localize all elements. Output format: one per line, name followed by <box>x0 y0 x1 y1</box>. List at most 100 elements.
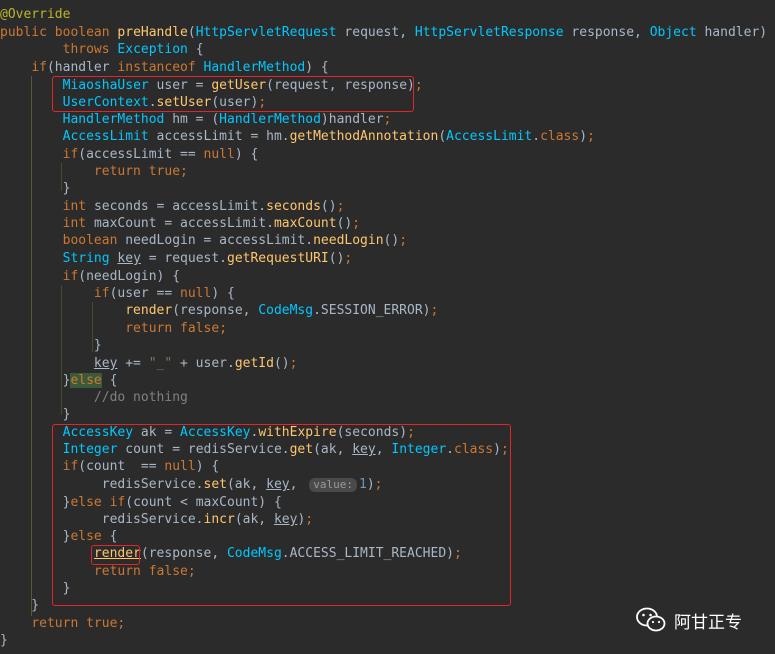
code-line: return false; <box>0 320 227 337</box>
code-token: (needLogin) { <box>78 269 181 284</box>
code-token: boolean <box>62 233 126 248</box>
code-line: @Override <box>0 6 70 23</box>
code-token: () <box>273 356 290 371</box>
code-token: { <box>101 373 118 388</box>
code-token: if <box>62 269 79 284</box>
code-token: AccessLimit <box>62 129 149 144</box>
code-line: if(accessLimit == null) { <box>0 146 259 163</box>
code-token: ; <box>344 251 353 266</box>
code-token: += <box>117 356 149 371</box>
code-token: ) <box>579 129 588 144</box>
code-token: Object <box>649 25 697 40</box>
code-token: if <box>93 286 110 301</box>
code-token: public <box>0 25 55 40</box>
code-line: //do nothing <box>0 389 188 406</box>
code-line: } <box>0 406 71 423</box>
code-line: return true; <box>0 615 125 632</box>
code-token: maxCount = accessLimit. <box>93 216 274 231</box>
code-token: false <box>180 321 220 336</box>
code-line: } <box>0 337 102 354</box>
code-line: int seconds = accessLimit.seconds(); <box>0 198 345 215</box>
code-line: boolean needLogin = accessLimit.needLogi… <box>0 232 407 249</box>
code-token: (user == <box>109 286 181 301</box>
code-token: ; <box>414 78 423 93</box>
code-token: ; <box>383 112 392 127</box>
code-token: hm = ( <box>164 112 220 127</box>
code-token: needLogin = accessLimit. <box>125 233 314 248</box>
code-token: response, <box>563 25 650 40</box>
code-token: HandlerMethod <box>203 60 306 75</box>
code-token: ; <box>289 356 298 371</box>
code-token: ) { <box>211 286 235 301</box>
code-token: int <box>62 199 94 214</box>
code-token: null <box>203 147 235 162</box>
code-line: throws Exception { <box>0 41 204 58</box>
highlight-box-access-limit <box>52 424 511 606</box>
code-editor[interactable]: } return true; } } return false; render(… <box>0 0 775 654</box>
code-token: } <box>0 633 8 648</box>
code-token: ; <box>117 616 126 631</box>
code-token: true <box>148 164 181 179</box>
indent-guide <box>61 163 62 191</box>
code-line: if(user == null) { <box>0 285 235 302</box>
code-line: String key = request.getRequestURI(); <box>0 250 353 267</box>
watermark-text: 阿甘正专 <box>674 612 742 633</box>
code-token: instanceof <box>117 60 204 75</box>
code-token: return <box>125 321 181 336</box>
code-token: "_" <box>148 356 173 371</box>
watermark: 阿甘正专 <box>636 606 742 634</box>
code-line: render(response, CodeMsg.SESSION_ERROR); <box>0 302 438 319</box>
code-token: null <box>180 286 212 301</box>
code-line: } <box>0 632 8 649</box>
code-token: ; <box>219 321 227 336</box>
code-token: (handler <box>46 60 118 75</box>
code-token: HandlerMethod <box>219 112 321 127</box>
code-line: } <box>0 597 39 614</box>
code-token: () <box>383 233 400 248</box>
code-token: ; <box>352 216 361 231</box>
indent-guide <box>61 285 62 415</box>
code-token: ; <box>180 164 188 179</box>
code-token: } <box>0 373 71 388</box>
code-token: HttpServletResponse <box>414 25 564 40</box>
code-token: render <box>125 303 173 318</box>
code-token: if <box>62 147 79 162</box>
code-token: . <box>532 129 541 144</box>
code-line: }else { <box>0 372 117 389</box>
code-token: (response, <box>172 303 259 318</box>
code-token: getMethodAnnotation <box>289 129 439 144</box>
code-token: ; <box>587 129 595 144</box>
code-token: ) { <box>305 60 329 75</box>
code-token: () <box>328 251 345 266</box>
code-token: @Override <box>0 7 71 22</box>
indent-guide <box>31 76 32 616</box>
code-token: if <box>31 60 47 75</box>
code-token: + user. <box>172 356 235 371</box>
code-token: getRequestURI <box>227 251 329 266</box>
code-token: } <box>0 598 40 613</box>
code-token: ; <box>430 303 439 318</box>
code-line: AccessLimit accessLimit = hm.getMethodAn… <box>0 128 595 145</box>
indent-guide <box>92 302 93 352</box>
code-line: public boolean preHandle(HttpServletRequ… <box>0 24 767 41</box>
code-token: } <box>0 338 102 353</box>
code-token: needLogin <box>313 233 384 248</box>
code-token: true <box>86 616 118 631</box>
code-token: AccessLimit <box>446 129 533 144</box>
code-line: if(handler instanceof HandlerMethod) { <box>0 59 329 76</box>
code-token: class <box>540 129 580 144</box>
code-token: () <box>336 216 353 231</box>
code-token: () <box>320 199 337 214</box>
wechat-icon <box>636 607 666 632</box>
code-token: ; <box>336 199 345 214</box>
code-token: request, <box>336 25 415 40</box>
code-token: accessLimit = hm. <box>148 129 290 144</box>
